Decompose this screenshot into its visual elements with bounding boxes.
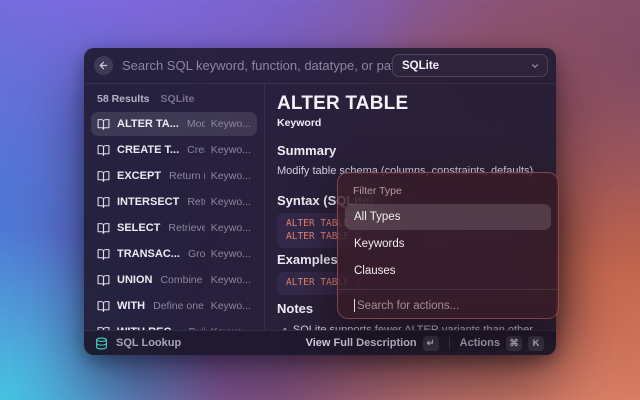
note-text: SQLite supports fewer ALTER variants tha… (293, 323, 542, 331)
return-key-icon: ↵ (423, 336, 439, 351)
item-accessory: Keywo... (211, 222, 251, 234)
results-count: 58 Results (97, 93, 150, 105)
filter-type-popover: Filter Type All Types Keywords Clauses (337, 172, 559, 319)
item-title: ALTER TA... (117, 118, 179, 130)
book-open-icon (97, 118, 110, 131)
item-title: SELECT (117, 222, 160, 234)
search-bar: SQLite (84, 48, 556, 84)
actions-label: Actions (460, 337, 500, 349)
list-item-alter-table[interactable]: ALTER TA... Modify ta... Keywo... (91, 112, 257, 136)
detail-title: ALTER TABLE (277, 92, 542, 115)
popover-section-label: Filter Type (345, 180, 551, 204)
item-subtitle: Return rows f... (169, 170, 205, 182)
item-subtitle: Retrieve colu... (168, 222, 204, 234)
item-title: EXCEPT (117, 170, 161, 182)
actions-search-input[interactable] (357, 300, 542, 312)
view-full-description-button[interactable]: View Full Description ↵ (303, 334, 442, 353)
item-accessory: Keywo... (211, 248, 251, 260)
book-open-icon (97, 144, 110, 157)
list-item-with-recursive[interactable]: WITH REC... Build rec... Keywo... (91, 320, 257, 330)
list-item-create-table[interactable]: CREATE T... Create a... Keywo... (91, 138, 257, 162)
item-title: UNION (117, 274, 152, 286)
note-item: • SQLite supports fewer ALTER variants t… (277, 323, 542, 331)
summary-heading: Summary (277, 143, 542, 159)
search-input[interactable] (122, 58, 392, 73)
filter-option-keywords[interactable]: Keywords (345, 231, 551, 257)
item-accessory: Keywo... (211, 300, 251, 312)
item-accessory: Keywo... (211, 144, 251, 156)
item-subtitle: Define one or m... (153, 300, 205, 312)
book-open-icon (97, 300, 110, 313)
k-key: K (528, 336, 544, 351)
item-subtitle: Group st... (188, 248, 205, 260)
item-accessory: Keywo... (211, 170, 251, 182)
item-title: WITH (117, 300, 145, 312)
book-open-icon (97, 170, 110, 183)
back-button[interactable] (94, 56, 113, 75)
command-key-icon: ⌘ (506, 336, 522, 351)
results-list: 58 Results SQLite ALTER TA... Modify ta.… (84, 84, 265, 330)
statusbar-actions: View Full Description ↵ Actions ⌘ K (303, 334, 547, 353)
list-item-transaction[interactable]: TRANSAC... Group st... Keywo... (91, 242, 257, 266)
list-item-select[interactable]: SELECT Retrieve colu... Keywo... (91, 216, 257, 240)
results-scope: SQLite (161, 93, 195, 105)
list-item-union[interactable]: UNION Combine resul... Keywo... (91, 268, 257, 292)
book-open-icon (97, 222, 110, 235)
item-subtitle: Return ro... (187, 196, 204, 208)
item-title: TRANSAC... (117, 248, 180, 260)
item-accessory: Keywo... (211, 118, 251, 130)
list-item-intersect[interactable]: INTERSECT Return ro... Keywo... (91, 190, 257, 214)
book-open-icon (97, 274, 110, 287)
app-name: SQL Lookup (116, 337, 181, 349)
item-subtitle: Modify ta... (187, 118, 205, 130)
filter-option-all-types[interactable]: All Types (345, 204, 551, 230)
item-title: INTERSECT (117, 196, 179, 208)
database-icon (95, 337, 108, 350)
book-open-icon (97, 248, 110, 261)
results-header: 58 Results SQLite (91, 90, 257, 112)
language-dropdown-value: SQLite (402, 60, 439, 72)
actions-search (345, 290, 551, 319)
text-cursor (354, 299, 355, 312)
item-accessory: Keywo... (211, 196, 251, 208)
detail-type-badge: Keyword (277, 117, 542, 130)
actions-menu-button[interactable]: Actions ⌘ K (457, 334, 547, 353)
item-subtitle: Create a... (187, 144, 205, 156)
language-dropdown[interactable]: SQLite (392, 54, 548, 77)
book-open-icon (97, 196, 110, 209)
list-item-with[interactable]: WITH Define one or m... Keywo... (91, 294, 257, 318)
arrow-left-icon (98, 60, 109, 71)
chevron-down-icon (530, 61, 540, 71)
item-subtitle: Combine resul... (160, 274, 204, 286)
filter-option-clauses[interactable]: Clauses (345, 258, 551, 284)
status-bar: SQL Lookup View Full Description ↵ Actio… (84, 330, 556, 355)
list-item-except[interactable]: EXCEPT Return rows f... Keywo... (91, 164, 257, 188)
statusbar-divider (449, 337, 450, 349)
item-accessory: Keywo... (211, 274, 251, 286)
item-title: CREATE T... (117, 144, 179, 156)
bullet-glyph: • (283, 323, 287, 331)
view-full-description-label: View Full Description (306, 337, 417, 349)
